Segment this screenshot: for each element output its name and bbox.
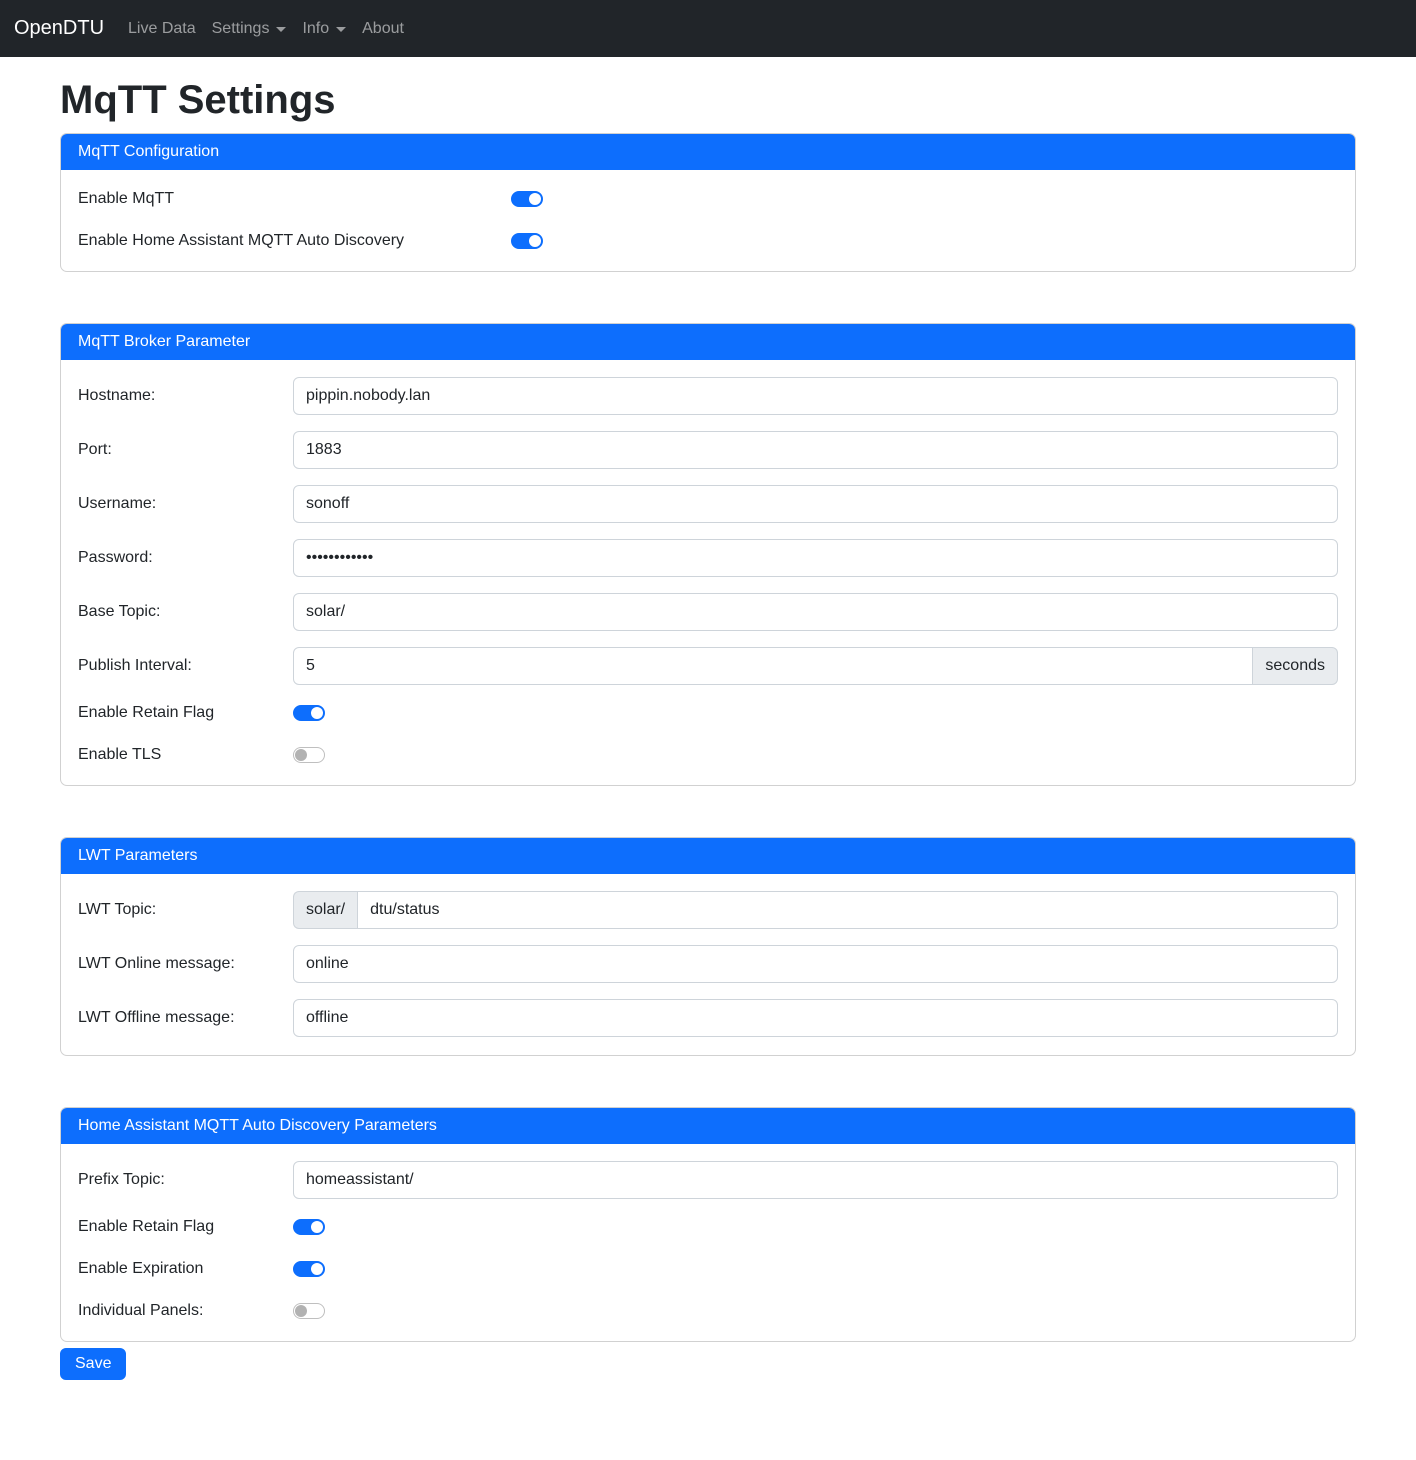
toggle-knob xyxy=(295,1305,307,1317)
card-header-lwt-parameters: LWT Parameters xyxy=(61,838,1355,874)
hass-expiration-toggle[interactable] xyxy=(293,1261,325,1277)
card-mqtt-broker-parameter: MqTT Broker Parameter Hostname: Port: Us… xyxy=(60,323,1356,786)
nav-item-label: Settings xyxy=(212,20,270,38)
port-input[interactable] xyxy=(293,431,1338,469)
card-hass-discovery-parameters: Home Assistant MQTT Auto Discovery Param… xyxy=(60,1107,1356,1342)
page-title: MqTT Settings xyxy=(60,78,1356,123)
form-row-lwt-topic: LWT Topic: solar/ xyxy=(78,891,1338,929)
form-row-hass-retain: Enable Retain Flag xyxy=(78,1215,1338,1239)
chevron-down-icon xyxy=(276,27,286,32)
lwt-offline-input[interactable] xyxy=(293,999,1338,1037)
navbar: OpenDTU Live Data Settings Info About xyxy=(0,0,1416,57)
toggle-knob xyxy=(311,1221,323,1233)
form-row-individual-panels: Individual Panels: xyxy=(78,1299,1338,1323)
nav-item-settings[interactable]: Settings xyxy=(204,12,295,46)
enable-hass-discovery-toggle[interactable] xyxy=(511,233,543,249)
form-row-enable-tls: Enable TLS xyxy=(78,743,1338,767)
field-label: Enable Retain Flag xyxy=(78,1218,293,1236)
publish-interval-input[interactable] xyxy=(293,647,1253,685)
lwt-topic-prefix: solar/ xyxy=(293,891,357,929)
form-row-lwt-offline: LWT Offline message: xyxy=(78,999,1338,1037)
field-label: Username: xyxy=(78,495,293,513)
toggle-knob xyxy=(295,749,307,761)
form-row-enable-mqtt: Enable MqTT xyxy=(78,187,1338,211)
card-header-mqtt-configuration: MqTT Configuration xyxy=(61,134,1355,170)
enable-mqtt-toggle[interactable] xyxy=(511,191,543,207)
field-label: Enable Expiration xyxy=(78,1260,293,1278)
lwt-online-input[interactable] xyxy=(293,945,1338,983)
field-label: Publish Interval: xyxy=(78,657,293,675)
nav-item-live-data[interactable]: Live Data xyxy=(120,12,204,46)
field-label: LWT Offline message: xyxy=(78,1009,293,1027)
field-label: Port: xyxy=(78,441,293,459)
toggle-knob xyxy=(529,193,541,205)
password-input[interactable] xyxy=(293,539,1338,577)
chevron-down-icon xyxy=(336,27,346,32)
form-row-lwt-online: LWT Online message: xyxy=(78,945,1338,983)
individual-panels-toggle[interactable] xyxy=(293,1303,325,1319)
form-row-enable-hass-discovery: Enable Home Assistant MQTT Auto Discover… xyxy=(78,229,1338,253)
form-row-hostname: Hostname: xyxy=(78,377,1338,415)
hostname-input[interactable] xyxy=(293,377,1338,415)
card-body: Prefix Topic: Enable Retain Flag Enable … xyxy=(61,1144,1355,1341)
field-label: Enable TLS xyxy=(78,746,293,764)
navbar-brand[interactable]: OpenDTU xyxy=(12,13,120,44)
field-label: Hostname: xyxy=(78,387,293,405)
field-label: LWT Topic: xyxy=(78,901,293,919)
form-row-username: Username: xyxy=(78,485,1338,523)
toggle-knob xyxy=(311,1263,323,1275)
toggle-knob xyxy=(311,707,323,719)
card-mqtt-configuration: MqTT Configuration Enable MqTT Enable Ho… xyxy=(60,133,1356,272)
form-row-password: Password: xyxy=(78,539,1338,577)
form-row-base-topic: Base Topic: xyxy=(78,593,1338,631)
form-row-port: Port: xyxy=(78,431,1338,469)
form-row-prefix-topic: Prefix Topic: xyxy=(78,1161,1338,1199)
field-label: Enable Retain Flag xyxy=(78,704,293,722)
enable-tls-toggle[interactable] xyxy=(293,747,325,763)
prefix-topic-input[interactable] xyxy=(293,1161,1338,1199)
field-label: Individual Panels: xyxy=(78,1302,293,1320)
toggle-knob xyxy=(529,235,541,247)
nav-item-label: Info xyxy=(302,20,329,38)
base-topic-input[interactable] xyxy=(293,593,1338,631)
form-row-publish-interval: Publish Interval: seconds xyxy=(78,647,1338,685)
nav-item-label: About xyxy=(362,20,404,38)
nav-item-info[interactable]: Info xyxy=(294,12,354,46)
field-label: Enable Home Assistant MQTT Auto Discover… xyxy=(78,232,511,250)
form-row-enable-retain: Enable Retain Flag xyxy=(78,701,1338,725)
card-body: Enable MqTT Enable Home Assistant MQTT A… xyxy=(61,170,1355,271)
seconds-suffix: seconds xyxy=(1253,647,1338,685)
save-button[interactable]: Save xyxy=(60,1348,126,1380)
hass-retain-toggle[interactable] xyxy=(293,1219,325,1235)
field-label: Prefix Topic: xyxy=(78,1171,293,1189)
field-label: Base Topic: xyxy=(78,603,293,621)
field-label: Password: xyxy=(78,549,293,567)
enable-retain-toggle[interactable] xyxy=(293,705,325,721)
username-input[interactable] xyxy=(293,485,1338,523)
card-body: Hostname: Port: Username: Password: xyxy=(61,360,1355,785)
field-label: LWT Online message: xyxy=(78,955,293,973)
form-row-hass-expiration: Enable Expiration xyxy=(78,1257,1338,1281)
card-header-hass-discovery-parameters: Home Assistant MQTT Auto Discovery Param… xyxy=(61,1108,1355,1144)
page-container: MqTT Settings MqTT Configuration Enable … xyxy=(60,78,1356,1380)
card-body: LWT Topic: solar/ LWT Online message: LW… xyxy=(61,874,1355,1055)
nav-item-about[interactable]: About xyxy=(354,12,412,46)
field-label: Enable MqTT xyxy=(78,190,511,208)
card-lwt-parameters: LWT Parameters LWT Topic: solar/ LWT Onl… xyxy=(60,837,1356,1056)
lwt-topic-input[interactable] xyxy=(357,891,1338,929)
card-header-mqtt-broker-parameter: MqTT Broker Parameter xyxy=(61,324,1355,360)
nav-item-label: Live Data xyxy=(128,20,196,38)
